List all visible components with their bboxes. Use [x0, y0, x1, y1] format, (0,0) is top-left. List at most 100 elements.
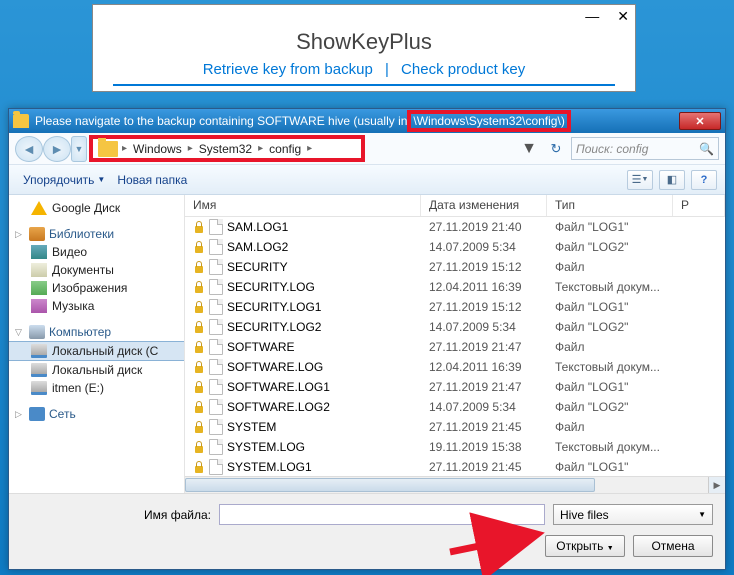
file-date: 14.07.2009 5:34: [421, 400, 547, 414]
nav-forward-button[interactable]: ►: [43, 136, 71, 162]
sidebar-item-music[interactable]: Музыка: [9, 297, 184, 315]
breadcrumb-seg-windows[interactable]: Windows: [127, 142, 188, 156]
help-button[interactable]: ?: [691, 170, 717, 190]
close-icon[interactable]: ✕: [617, 8, 629, 25]
breadcrumb-seg-config[interactable]: config: [263, 142, 307, 156]
refresh-button[interactable]: ↻: [545, 138, 567, 160]
drive-icon: [31, 344, 47, 358]
lock-icon: [193, 221, 205, 233]
file-date: 12.04.2011 16:39: [421, 280, 547, 294]
file-type: Файл "LOG2": [547, 240, 673, 254]
file-type: Файл "LOG2": [547, 320, 673, 334]
file-row[interactable]: SYSTEM.LOG127.11.2019 21:45Файл "LOG1": [185, 457, 725, 476]
file-date: 27.11.2019 21:47: [421, 380, 547, 394]
file-row[interactable]: SECURITY.LOG12.04.2011 16:39Текстовый до…: [185, 277, 725, 297]
breadcrumb-dropdown[interactable]: ▼: [517, 140, 541, 158]
scrollbar-thumb[interactable]: [185, 478, 595, 492]
file-row[interactable]: SYSTEM.LOG19.11.2019 15:38Текстовый доку…: [185, 437, 725, 457]
sidebar-item-localdisk-2[interactable]: Локальный диск: [9, 361, 184, 379]
check-product-key-link[interactable]: Check product key: [401, 61, 525, 78]
breadcrumb-seg-system32[interactable]: System32: [193, 142, 258, 156]
file-row[interactable]: SOFTWARE.LOG214.07.2009 5:34Файл "LOG2": [185, 397, 725, 417]
dialog-title-path: \Windows\System32\config\): [409, 112, 568, 130]
file-icon: [209, 259, 223, 275]
col-size[interactable]: Р: [673, 195, 725, 216]
file-name: SOFTWARE.LOG2: [227, 400, 330, 414]
nav-history-dropdown[interactable]: ▼: [71, 136, 87, 162]
sidebar-item-pictures[interactable]: Изображения: [9, 279, 184, 297]
sidebar-item-videos[interactable]: Видео: [9, 243, 184, 261]
file-row[interactable]: SOFTWARE27.11.2019 21:47Файл: [185, 337, 725, 357]
sidebar-libraries[interactable]: ▷Библиотеки: [9, 225, 184, 243]
toolbar: Упорядочить▼ Новая папка ☰ ▼ ◧ ?: [9, 165, 725, 195]
file-name: SOFTWARE: [227, 340, 295, 354]
file-icon: [209, 419, 223, 435]
network-icon: [29, 407, 45, 421]
file-list[interactable]: SAM.LOG127.11.2019 21:40Файл "LOG1"SAM.L…: [185, 217, 725, 476]
file-row[interactable]: SECURITY.LOG127.11.2019 15:12Файл "LOG1": [185, 297, 725, 317]
file-type: Файл "LOG1": [547, 460, 673, 474]
dialog-close-button[interactable]: ✕: [679, 112, 721, 130]
preview-pane-button[interactable]: ◧: [659, 170, 685, 190]
nav-back-button[interactable]: ◄: [15, 136, 43, 162]
file-name: SAM.LOG1: [227, 220, 288, 234]
file-row[interactable]: SECURITY.LOG2 14.07.2009 5:34Файл "LOG2": [185, 317, 725, 337]
chevron-icon[interactable]: ▸: [307, 143, 312, 154]
new-folder-button[interactable]: Новая папка: [111, 170, 193, 190]
file-name: SECURITY.LOG: [227, 280, 315, 294]
file-date: 14.07.2009 5:34: [421, 240, 547, 254]
col-type[interactable]: Тип: [547, 195, 673, 216]
showkeyplus-window: — ✕ ShowKeyPlus Retrieve key from backup…: [92, 4, 636, 92]
separator: |: [385, 61, 389, 78]
lock-icon: [193, 361, 205, 373]
retrieve-key-link[interactable]: Retrieve key from backup: [203, 61, 373, 78]
organize-menu[interactable]: Упорядочить▼: [17, 170, 111, 190]
file-type: Файл "LOG1": [547, 300, 673, 314]
file-row[interactable]: SAM.LOG214.07.2009 5:34Файл "LOG2": [185, 237, 725, 257]
file-date: 19.11.2019 15:38: [421, 440, 547, 454]
col-date[interactable]: Дата изменения: [421, 195, 547, 216]
image-icon: [31, 281, 47, 295]
horizontal-scrollbar[interactable]: ▶: [185, 476, 725, 493]
sidebar-item-localdisk-c[interactable]: Локальный диск (C: [9, 341, 184, 361]
dialog-title-text: Please navigate to the backup containing…: [35, 114, 407, 128]
file-icon: [209, 219, 223, 235]
dialog-titlebar: Please navigate to the backup containing…: [9, 109, 725, 133]
breadcrumb-folder-icon: [98, 141, 118, 157]
search-input[interactable]: Поиск: config 🔍: [571, 137, 719, 160]
file-row[interactable]: SYSTEM27.11.2019 21:45Файл: [185, 417, 725, 437]
file-date: 27.11.2019 15:12: [421, 300, 547, 314]
sidebar-network[interactable]: ▷Сеть: [9, 405, 184, 423]
scroll-right-icon[interactable]: ▶: [708, 477, 725, 493]
cancel-button[interactable]: Отмена: [633, 535, 713, 557]
drive-icon: [31, 381, 47, 395]
bottom-panel: Имя файла: Hive files▼ Открыть ▼ Отмена: [9, 493, 725, 569]
file-name: SECURITY.LOG2: [227, 320, 321, 334]
libraries-icon: [29, 227, 45, 241]
minimize-icon[interactable]: —: [585, 8, 599, 24]
file-type-filter[interactable]: Hive files▼: [553, 504, 713, 525]
file-date: 27.11.2019 21:45: [421, 460, 547, 474]
breadcrumb[interactable]: ▸ Windows ▸ System32 ▸ config ▸: [91, 137, 363, 160]
file-row[interactable]: SECURITY27.11.2019 15:12Файл: [185, 257, 725, 277]
sidebar-computer[interactable]: ▽Компьютер: [9, 323, 184, 341]
col-name[interactable]: Имя: [185, 195, 421, 216]
view-mode-button[interactable]: ☰ ▼: [627, 170, 653, 190]
file-type: Файл: [547, 340, 673, 354]
file-type: Текстовый докум...: [547, 360, 673, 374]
sidebar: Google Диск ▷Библиотеки Видео Документы …: [9, 195, 185, 493]
sidebar-item-documents[interactable]: Документы: [9, 261, 184, 279]
file-date: 14.07.2009 5:34: [421, 320, 547, 334]
drive-icon: [31, 363, 47, 377]
filename-label: Имя файла:: [21, 508, 211, 522]
file-row[interactable]: SAM.LOG127.11.2019 21:40Файл "LOG1": [185, 217, 725, 237]
file-icon: [209, 339, 223, 355]
sidebar-item-itmen[interactable]: itmen (E:): [9, 379, 184, 397]
file-row[interactable]: SOFTWARE.LOG12.04.2011 16:39Текстовый до…: [185, 357, 725, 377]
file-row[interactable]: SOFTWARE.LOG127.11.2019 21:47Файл "LOG1": [185, 377, 725, 397]
open-button[interactable]: Открыть ▼: [545, 535, 625, 557]
filename-input[interactable]: [219, 504, 545, 525]
sidebar-item-gdrive[interactable]: Google Диск: [9, 199, 184, 217]
lock-icon: [193, 441, 205, 453]
file-name: SOFTWARE.LOG1: [227, 380, 330, 394]
